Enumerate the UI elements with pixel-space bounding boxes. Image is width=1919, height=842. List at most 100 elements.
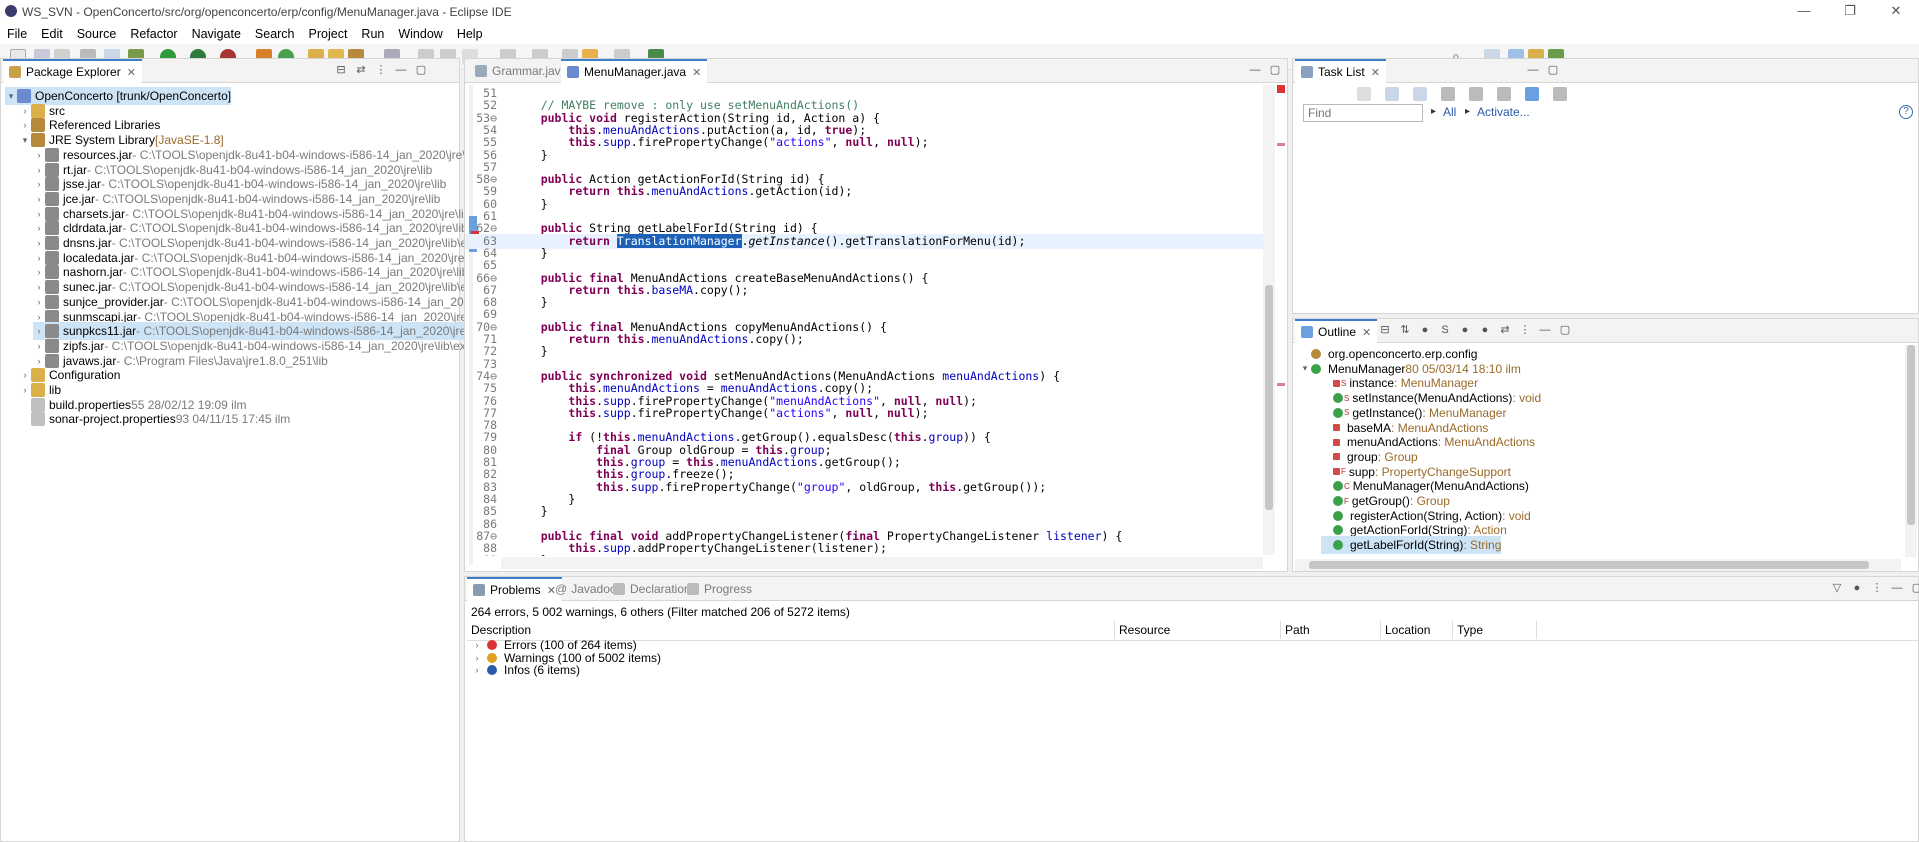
collapse-all-icon[interactable]: ⊟ (335, 64, 347, 76)
hide-local-types-icon[interactable]: ● (1479, 324, 1491, 336)
expand-twisty-icon[interactable]: › (33, 282, 45, 292)
expand-twisty-icon[interactable]: › (33, 194, 45, 204)
minimize-button[interactable]: — (1781, 0, 1827, 24)
expand-twisty-icon[interactable]: ▾ (1299, 363, 1311, 374)
sort-icon[interactable]: ⇅ (1399, 324, 1411, 336)
expand-twisty-icon[interactable]: › (33, 223, 45, 233)
expand-twisty-icon[interactable]: ▾ (19, 135, 31, 146)
view-menu-icon[interactable]: ⋮ (1519, 324, 1531, 336)
horizontal-scrollbar[interactable] (501, 557, 1263, 569)
minimize-view-icon[interactable]: — (1891, 582, 1903, 594)
menu-refactor[interactable]: Refactor (123, 27, 184, 41)
expand-twisty-icon[interactable]: › (471, 653, 483, 663)
tree-item[interactable]: sonar-project.properties 93 04/11/15 17:… (19, 410, 290, 428)
menu-window[interactable]: Window (391, 27, 449, 41)
hide-fields-icon[interactable]: ● (1419, 324, 1431, 336)
expand-twisty-icon[interactable]: › (33, 150, 45, 160)
collapse-outline-icon[interactable]: ⊟ (1379, 324, 1391, 336)
problem-group-row[interactable]: › Infos (6 items) (471, 662, 581, 678)
tab-grammar-java[interactable]: Grammar.java (469, 59, 573, 83)
close-button[interactable]: ✕ (1873, 0, 1919, 24)
focus-icon[interactable] (1469, 87, 1483, 101)
maximize-view-icon[interactable]: ▢ (1269, 64, 1281, 76)
minimize-view-icon[interactable]: — (1539, 324, 1551, 336)
expand-twisty-icon[interactable]: › (33, 267, 45, 277)
maximize-button[interactable]: ❐ (1827, 0, 1873, 24)
tab-package-explorer[interactable]: Package Explorer ✕ (3, 59, 142, 83)
collapse-tasks-icon[interactable] (1525, 87, 1539, 101)
scrollbar-thumb[interactable] (1907, 345, 1915, 525)
tab-progress[interactable]: Progress (681, 577, 758, 601)
tab-outline[interactable]: Outline ✕ (1295, 319, 1378, 343)
expand-twisty-icon[interactable]: › (33, 209, 45, 219)
vertical-scrollbar[interactable] (1263, 85, 1275, 555)
expand-twisty-icon[interactable]: › (33, 356, 45, 366)
mark-overview[interactable] (1277, 383, 1285, 386)
menu-run[interactable]: Run (354, 27, 391, 41)
menu-search[interactable]: Search (248, 27, 302, 41)
expand-twisty-icon[interactable]: › (33, 326, 45, 336)
expand-twisty-icon[interactable]: › (33, 253, 45, 263)
outline-scrollbar[interactable] (1905, 345, 1917, 557)
expand-twisty-icon[interactable]: ▾ (5, 91, 17, 102)
tab-task-list[interactable]: Task List ✕ (1295, 59, 1386, 83)
task-find-input[interactable] (1303, 104, 1423, 122)
link-editor-icon[interactable]: ⇄ (355, 64, 367, 76)
scheduled-icon[interactable] (1413, 87, 1427, 101)
expand-twisty-icon[interactable]: › (33, 341, 45, 351)
menu-source[interactable]: Source (70, 27, 124, 41)
overview-ruler[interactable] (1275, 85, 1287, 555)
error-overview-icon[interactable] (1277, 85, 1285, 93)
expand-twisty-icon[interactable]: › (19, 370, 31, 380)
hide-completed-icon[interactable] (1441, 87, 1455, 101)
close-icon[interactable]: ✕ (692, 66, 701, 79)
expand-twisty-icon[interactable]: › (33, 312, 45, 322)
configure-icon[interactable]: ● (1851, 582, 1863, 594)
minimize-view-icon[interactable]: — (1527, 64, 1539, 76)
expand-twisty-icon[interactable]: › (33, 165, 45, 175)
menu-navigate[interactable]: Navigate (185, 27, 248, 41)
outline-hscrollbar[interactable] (1295, 559, 1901, 571)
code-editor[interactable]: 51 52 // MAYBE remove : only use setMenuA… (465, 86, 1265, 556)
tab-menumanager-java[interactable]: MenuManager.java ✕ (561, 59, 708, 83)
menu-project[interactable]: Project (302, 27, 355, 41)
categorize-icon[interactable] (1385, 87, 1399, 101)
hide-nonpublic-icon[interactable]: ● (1459, 324, 1471, 336)
mark-overview[interactable] (1277, 143, 1285, 146)
hide-static-icon[interactable]: S (1439, 324, 1451, 336)
activate-link[interactable]: Activate... (1477, 105, 1530, 119)
menu-edit[interactable]: Edit (34, 27, 70, 41)
filter-icon[interactable]: ▽ (1831, 582, 1843, 594)
new-task-icon[interactable] (1357, 87, 1371, 101)
scrollbar-thumb[interactable] (1309, 561, 1869, 569)
maximize-view-icon[interactable]: ▢ (1911, 582, 1919, 594)
link-editor-icon[interactable]: ⇄ (1499, 324, 1511, 336)
expand-twisty-icon[interactable]: › (19, 385, 31, 395)
menu-help[interactable]: Help (450, 27, 490, 41)
scrollbar-thumb[interactable] (1265, 285, 1273, 510)
expand-twisty-icon[interactable]: › (471, 665, 483, 675)
outline-item[interactable]: FcreateBaseMenuAndActions() : MenuAndAct… (1321, 551, 1596, 555)
close-icon[interactable]: ✕ (1371, 66, 1380, 79)
help-icon[interactable]: ? (1899, 105, 1913, 119)
expand-twisty-icon[interactable]: › (471, 640, 483, 650)
expand-twisty-icon[interactable]: › (19, 120, 31, 130)
close-icon[interactable]: ✕ (127, 66, 136, 79)
tab-problems[interactable]: Problems ✕ (467, 577, 562, 601)
expand-twisty-icon[interactable]: › (33, 238, 45, 248)
view-menu-icon[interactable]: ⋮ (375, 64, 387, 76)
view-menu-icon[interactable] (1553, 87, 1567, 101)
maximize-view-icon[interactable]: ▢ (1559, 324, 1571, 336)
expand-twisty-icon[interactable]: › (19, 106, 31, 116)
all-link[interactable]: All (1443, 105, 1456, 119)
maximize-view-icon[interactable]: ▢ (415, 64, 427, 76)
minimize-view-icon[interactable]: — (395, 64, 407, 76)
expand-twisty-icon[interactable]: › (33, 297, 45, 307)
maximize-view-icon[interactable]: ▢ (1547, 64, 1559, 76)
view-menu-icon[interactable]: ⋮ (1871, 582, 1883, 594)
close-icon[interactable]: ✕ (1362, 326, 1371, 339)
sync-icon[interactable] (1497, 87, 1511, 101)
code-line[interactable]: 89 } (465, 553, 1263, 556)
menu-file[interactable]: File (0, 27, 34, 41)
minimize-view-icon[interactable]: — (1249, 64, 1261, 76)
